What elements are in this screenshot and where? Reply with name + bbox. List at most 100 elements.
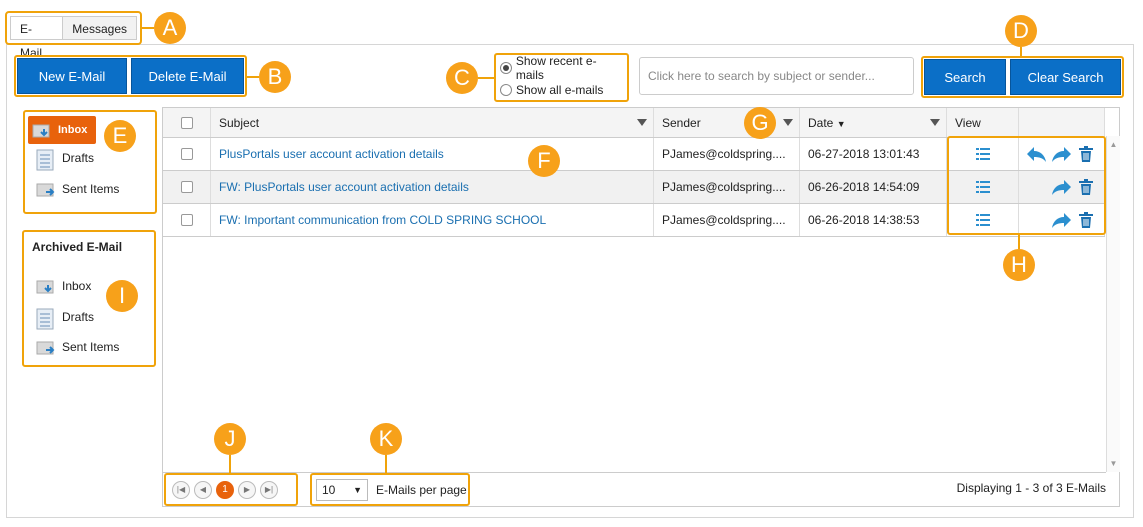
- callout-line: [1018, 235, 1020, 249]
- subject-link[interactable]: FW: PlusPortals user account activation …: [219, 180, 469, 194]
- sender-header-label: Sender: [662, 115, 701, 130]
- recent-radio[interactable]: [500, 62, 512, 74]
- callout-e: E: [104, 120, 136, 152]
- sent-items-icon: [36, 338, 56, 356]
- subject-link[interactable]: PlusPortals user account activation deta…: [219, 147, 444, 161]
- row-select-cell: [163, 204, 211, 236]
- archived-folder-inbox[interactable]: Inbox: [36, 272, 91, 300]
- callout-line: [385, 455, 387, 473]
- date-header[interactable]: Date ▼: [800, 108, 947, 137]
- chevron-down-icon: ▼: [353, 484, 362, 495]
- view-filter-group: Show recent e-mails Show all e-mails: [494, 53, 629, 102]
- row-select-cell: [163, 138, 211, 170]
- inbox-folder-icon: [32, 121, 52, 139]
- scroll-up-icon[interactable]: ▲: [1107, 140, 1120, 149]
- sender-cell: PJames@coldspring....: [654, 138, 800, 170]
- callout-i: I: [106, 280, 138, 312]
- folder-inbox[interactable]: Inbox: [28, 116, 96, 144]
- subject-link[interactable]: FW: Important communication from COLD SP…: [219, 213, 546, 227]
- date-cell: 06-27-2018 13:01:43: [800, 138, 947, 170]
- actions-header: [1019, 108, 1105, 137]
- subject-header-label: Subject: [219, 115, 260, 130]
- callout-line: [1020, 47, 1022, 56]
- recent-radio-row[interactable]: Show recent e-mails: [500, 54, 623, 82]
- callout-line: [142, 27, 154, 29]
- archived-inbox-label: Inbox: [62, 279, 92, 293]
- page-size: 10 ▼ E-Mails per page: [310, 473, 470, 506]
- sort-desc-icon: ▼: [836, 118, 846, 129]
- archived-drafts-label: Drafts: [62, 310, 95, 324]
- module-tabs: E-Mail Messages: [5, 11, 142, 60]
- archived-folder-sent[interactable]: Sent Items: [36, 333, 119, 361]
- scroll-down-icon[interactable]: ▼: [1107, 459, 1120, 468]
- subject-header[interactable]: Subject: [211, 108, 654, 137]
- first-page-button[interactable]: |◀: [172, 480, 190, 499]
- filter-icon[interactable]: [783, 119, 793, 126]
- callout-box-h: [947, 136, 1106, 235]
- view-header: View: [947, 108, 1019, 137]
- folder-inbox-active[interactable]: Inbox: [28, 116, 96, 144]
- sender-header[interactable]: Sender: [654, 108, 800, 137]
- tab-messages[interactable]: Messages: [63, 16, 137, 40]
- page-1-button[interactable]: 1: [216, 480, 234, 499]
- search-input[interactable]: Click here to search by subject or sende…: [639, 57, 914, 95]
- archived-sent-label: Sent Items: [62, 340, 120, 354]
- subject-cell: PlusPortals user account activation deta…: [211, 138, 654, 170]
- folder-inbox-label: Inbox: [58, 124, 88, 136]
- subject-cell: FW: PlusPortals user account activation …: [211, 171, 654, 203]
- filter-icon[interactable]: [930, 119, 940, 126]
- prev-page-button[interactable]: ◀: [194, 480, 212, 499]
- date-cell: 06-26-2018 14:38:53: [800, 204, 947, 236]
- grid-scrollbar[interactable]: ▲ ▼: [1106, 136, 1120, 472]
- folder-sent-label: Sent Items: [62, 182, 120, 196]
- all-radio-row[interactable]: Show all e-mails: [500, 79, 623, 101]
- date-cell: 06-26-2018 14:54:09: [800, 171, 947, 203]
- row-checkbox[interactable]: [180, 148, 193, 160]
- page-size-label: E-Mails per page: [376, 482, 467, 497]
- callout-line: [247, 76, 259, 78]
- clear-search-button[interactable]: Clear Search: [1010, 59, 1121, 95]
- row-checkbox[interactable]: [180, 181, 193, 193]
- select-all-checkbox[interactable]: [180, 116, 193, 129]
- sender-cell: PJames@coldspring....: [654, 204, 800, 236]
- callout-k: K: [370, 423, 402, 455]
- all-radio[interactable]: [500, 84, 512, 96]
- display-count: Displaying 1 - 3 of 3 E-Mails: [956, 481, 1106, 495]
- callout-b: B: [259, 61, 291, 93]
- recent-label: Show recent e-mails: [515, 54, 597, 82]
- search-button[interactable]: Search: [924, 59, 1006, 95]
- callout-j: J: [214, 423, 246, 455]
- row-select-cell: [163, 171, 211, 203]
- callout-h: H: [1003, 249, 1035, 281]
- page-size-select[interactable]: 10 ▼: [316, 478, 368, 501]
- archived-title: Archived E-Mail: [32, 240, 123, 254]
- inbox-folder-icon: [36, 277, 56, 295]
- subject-cell: FW: Important communication from COLD SP…: [211, 204, 654, 236]
- callout-f: F: [528, 145, 560, 177]
- page-size-value: 10: [322, 482, 336, 497]
- archived-folder-drafts[interactable]: Drafts: [36, 303, 94, 331]
- delete-email-button[interactable]: Delete E-Mail: [131, 58, 244, 94]
- callout-line: [478, 77, 494, 79]
- sender-cell: PJames@coldspring....: [654, 171, 800, 203]
- row-checkbox[interactable]: [180, 214, 193, 226]
- callout-line: [229, 455, 231, 473]
- filter-icon[interactable]: [637, 119, 647, 126]
- next-page-button[interactable]: ▶: [238, 480, 256, 499]
- callout-g: G: [744, 107, 776, 139]
- drafts-icon: [36, 308, 56, 330]
- folder-sent[interactable]: Sent Items: [36, 175, 119, 203]
- new-email-button[interactable]: New E-Mail: [17, 58, 127, 94]
- all-label: Show all e-mails: [516, 83, 604, 97]
- pagination: |◀ ◀ 1 ▶ ▶|: [164, 473, 298, 506]
- callout-d: D: [1005, 15, 1037, 47]
- callout-a: A: [154, 12, 186, 44]
- tab-email[interactable]: E-Mail: [10, 16, 64, 60]
- last-page-button[interactable]: ▶|: [260, 480, 278, 499]
- callout-c: C: [446, 62, 478, 94]
- grid-header: Subject Sender Date ▼ View: [163, 108, 1105, 138]
- folder-drafts[interactable]: Drafts: [36, 144, 94, 172]
- select-all-cell: [163, 108, 211, 137]
- drafts-icon: [36, 149, 56, 171]
- sent-items-icon: [36, 180, 56, 198]
